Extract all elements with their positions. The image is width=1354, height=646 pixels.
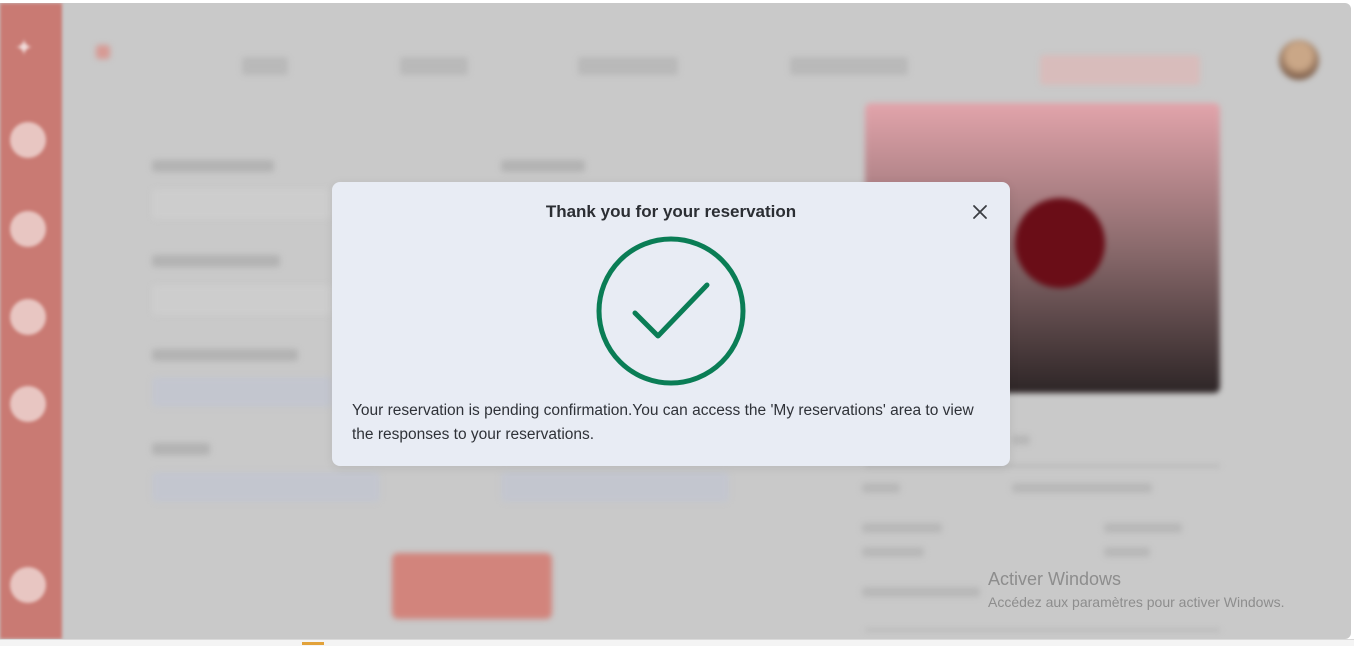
dialog-message: Your reservation is pending confirmation… <box>352 402 974 443</box>
divider <box>865 629 1220 631</box>
topnav-item <box>790 57 908 75</box>
form-field <box>152 472 380 502</box>
reservation-confirmation-dialog: Thank you for your reservation Your rese… <box>332 182 1010 466</box>
side-panel-text <box>862 483 900 493</box>
side-panel-text <box>1104 523 1182 533</box>
form-label <box>152 255 280 267</box>
check-circle-icon <box>595 235 747 387</box>
submit-reservation-button <box>392 553 552 619</box>
side-panel-text <box>1012 483 1152 493</box>
side-panel-text <box>1012 435 1030 445</box>
topnav-item <box>242 57 288 75</box>
avatar <box>1279 40 1319 80</box>
form-label <box>152 349 298 361</box>
topnav-item <box>400 57 468 75</box>
form-label <box>152 443 210 455</box>
app-window: ✦ Thank you for your reservation Your re… <box>0 3 1351 639</box>
side-panel-text <box>862 547 924 557</box>
windows-activation-watermark-title: Activer Windows <box>988 569 1122 589</box>
dialog-title: Thank you for your reservation <box>545 202 797 221</box>
side-panel-text <box>862 587 980 597</box>
form-field <box>152 189 332 219</box>
form-field <box>152 377 332 407</box>
close-icon[interactable] <box>968 200 992 224</box>
form-field <box>501 472 729 502</box>
side-panel-text <box>1104 547 1150 557</box>
side-panel-text <box>862 523 942 533</box>
form-field <box>152 285 332 315</box>
windows-activation-watermark-subtitle: Accédez aux paramètres pour activer Wind… <box>988 594 1285 610</box>
notification-icon <box>96 45 110 59</box>
topnav-cta-button <box>1040 55 1200 85</box>
topnav-item <box>578 57 678 75</box>
form-label <box>152 160 274 172</box>
form-label <box>501 160 585 172</box>
